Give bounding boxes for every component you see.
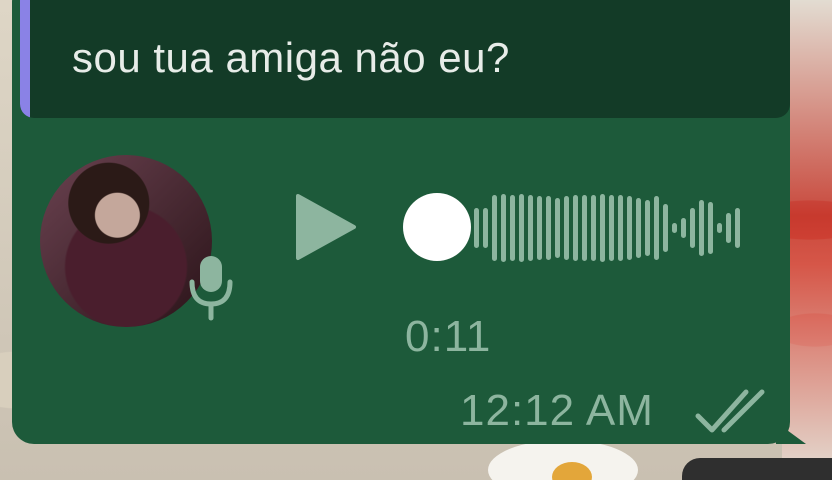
- quoted-message-text: sou tua amiga não eu?: [72, 34, 510, 81]
- waveform-bar: [681, 218, 686, 238]
- waveform-bar: [672, 223, 677, 233]
- waveform-bar: [735, 208, 740, 248]
- waveform-bar: [618, 195, 623, 261]
- waveform-bar: [537, 196, 542, 260]
- double-check-icon: [695, 389, 765, 433]
- waveform-bar: [645, 200, 650, 256]
- playback-seek-knob[interactable]: [403, 193, 471, 261]
- waveform-bar: [591, 195, 596, 261]
- waveform-bar: [510, 195, 515, 261]
- waveform-bar: [519, 194, 524, 262]
- waveform-bar: [717, 223, 722, 233]
- waveform-bar: [726, 213, 731, 243]
- waveform-bar: [663, 204, 668, 252]
- waveform-bar: [690, 208, 695, 248]
- waveform-bar: [699, 200, 704, 256]
- waveform-bar: [555, 198, 560, 258]
- play-icon[interactable]: [292, 192, 362, 262]
- waveform-bar: [573, 195, 578, 261]
- waveform-bar: [636, 198, 641, 258]
- floating-pill: [682, 458, 832, 480]
- microphone-icon: [189, 256, 233, 321]
- waveform-bar: [474, 208, 479, 248]
- voice-duration: 0:11: [405, 312, 492, 361]
- waveform-bar: [483, 208, 488, 248]
- waveform-bar: [582, 195, 587, 261]
- waveform-bar: [600, 194, 605, 262]
- message-timestamp: 12:12 AM: [460, 386, 654, 435]
- waveform-bar: [528, 195, 533, 261]
- waveform-bar: [627, 196, 632, 260]
- waveform-bar: [492, 195, 497, 261]
- quote-accent-bar: [20, 0, 30, 118]
- waveform-bar: [564, 196, 569, 260]
- waveform-bar: [708, 202, 713, 254]
- waveform-bar: [609, 195, 614, 261]
- waveform-bar: [546, 196, 551, 260]
- quoted-message[interactable]: sou tua amiga não eu?: [20, 0, 790, 118]
- waveform-bar: [501, 194, 506, 262]
- waveform-bar: [654, 196, 659, 260]
- bubble-tail: [776, 422, 806, 444]
